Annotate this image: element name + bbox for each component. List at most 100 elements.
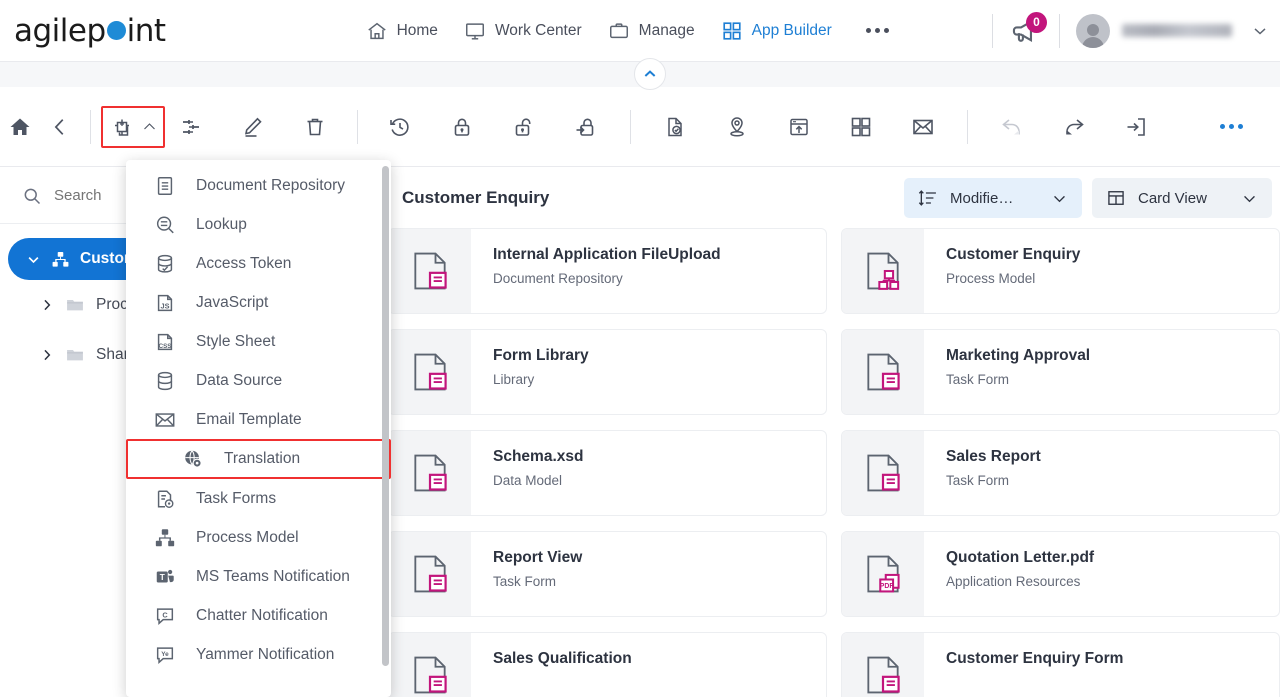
menu-item-process-model[interactable]: Process Model [126,518,391,557]
nav-item-work-center[interactable]: Work Center [464,20,582,42]
card-subtitle: Data Model [493,473,563,488]
announcement-badge: 0 [1026,11,1047,33]
toolbar-home-button[interactable] [0,107,40,147]
toolbar-export-button[interactable] [1116,107,1156,147]
nav-overflow-button[interactable] [865,28,889,33]
toolbar-delete-button[interactable] [295,107,335,147]
announcements-button[interactable]: 0 [1009,11,1047,48]
card-item[interactable]: Schema.xsd Data Model [388,430,827,516]
grid-squares-icon [849,115,873,139]
card-item[interactable]: Marketing Approval Task Form [841,329,1280,415]
doc-form-icon [408,552,452,596]
user-menu-chevron-down-icon[interactable] [1250,21,1270,41]
menu-item-style-sheet[interactable]: CSS Style Sheet [126,322,391,361]
toolbar-undo-button[interactable] [992,107,1032,147]
toolbar-deploy-button[interactable] [779,107,819,147]
card-body: Customer Enquiry Process Model [924,229,1080,313]
card-item[interactable]: Sales Qualification [388,632,827,697]
card-body: Internal Application FileUpload Document… [471,229,721,313]
menu-item-document-repository[interactable]: Document Repository [126,166,391,205]
menu-label: JavaScript [196,293,269,311]
chevron-down-icon[interactable] [1241,190,1258,207]
menu-item-yammer-notification[interactable]: Ye Yammer Notification [126,635,391,674]
chevron-down-icon[interactable] [26,252,41,267]
pencil-icon [241,115,265,139]
svg-text:Ye: Ye [161,651,169,658]
menu-label: Chatter Notification [196,606,328,624]
card-title: Schema.xsd [493,448,584,465]
toolbar-history-button[interactable] [380,107,420,147]
card-item[interactable]: Form Library Library [388,329,827,415]
nav-item-manage[interactable]: Manage [608,20,695,42]
toolbar-create-new-button[interactable] [105,107,137,147]
menu-item-javascript[interactable]: JS JavaScript [126,283,391,322]
card-body: Schema.xsd Data Model [471,431,583,515]
avatar-body-shape [1082,36,1104,48]
toolbar-apps-button[interactable] [841,107,881,147]
properties-icon [179,115,203,139]
nav-item-app-builder[interactable]: App Builder [721,20,832,42]
card-item[interactable]: PDF Quotation Letter.pdf Application Res… [841,531,1280,617]
card-item[interactable]: Report View Task Form [388,531,827,617]
database-icon [154,370,176,392]
svg-text:CSS: CSS [159,342,172,349]
view-mode-dropdown[interactable]: Card View [1092,178,1272,218]
card-item[interactable]: Sales Report Task Form [841,430,1280,516]
card-body: Sales Report Task Form [924,431,1041,515]
header-divider-2 [1059,13,1060,48]
toolbar-rename-button[interactable] [233,107,273,147]
menu-label: Translation [224,450,301,467]
menu-item-lookup[interactable]: Lookup [126,205,391,244]
logo-text-first: agilep [14,12,106,49]
menu-item-ms-teams-notification[interactable]: T MS Teams Notification [126,557,391,596]
sort-icon [918,188,938,208]
toolbar-lock-button[interactable] [442,107,482,147]
toolbar-create-new-caret[interactable] [137,107,161,147]
chevron-down-icon[interactable] [1051,190,1068,207]
card-item[interactable]: Customer Enquiry Process Model [841,228,1280,314]
chevron-right-icon[interactable] [40,348,54,362]
toolbar-checkout-button[interactable] [566,107,606,147]
card-icon-cell [389,532,471,616]
nav-item-home[interactable]: Home [366,20,438,42]
toolbar-share-button[interactable] [1054,107,1094,147]
document-check-icon [663,115,687,139]
toolbar-email-button[interactable] [903,107,943,147]
menu-scrollbar[interactable] [382,166,389,666]
toolbar-unlock-button[interactable] [504,107,544,147]
page-title: Customer Enquiry [402,188,550,207]
sort-dropdown[interactable]: Modifie… [904,178,1082,218]
toolbar-location-button[interactable] [717,107,757,147]
collapse-header-button[interactable] [634,58,666,90]
chevron-right-icon[interactable] [40,298,54,312]
menu-item-task-forms[interactable]: Task Forms [126,479,391,518]
monitor-icon [464,20,486,42]
lock-open-icon [512,115,536,139]
card-item[interactable]: Customer Enquiry Form [841,632,1280,697]
menu-item-access-token[interactable]: Access Token [126,244,391,283]
home-icon [366,20,388,42]
menu-item-chatter-notification[interactable]: C Chatter Notification [126,596,391,635]
logo-text-second: int [126,12,166,49]
menu-item-email-template[interactable]: Email Template [126,400,391,439]
card-item[interactable]: Internal Application FileUpload Document… [388,228,827,314]
yammer-icon: Ye [154,644,176,666]
toolbar-overflow-button[interactable] [1220,124,1243,129]
toolbar-publish-button[interactable] [655,107,695,147]
menu-label: Email Template [196,410,302,428]
content-toolbar: Modifie… Card View [904,178,1272,218]
toolbar-properties-button[interactable] [171,107,211,147]
menu-label: Data Source [196,371,283,389]
menu-item-translation[interactable]: Translation [126,439,391,479]
menu-item-data-source[interactable]: Data Source [126,361,391,400]
card-icon-cell [389,633,471,697]
agilepoint-logo[interactable]: agilep int [14,13,166,49]
avatar[interactable] [1076,13,1110,48]
menu-label: Lookup [196,215,247,233]
grid-icon [721,20,743,42]
top-header: agilep int Home Work Center Manage App B… [0,0,1280,62]
card-icon-cell [842,633,924,697]
sitemap-icon [51,250,70,269]
toolbar-back-button[interactable] [40,107,80,147]
card-title: Sales Report [946,448,1041,465]
